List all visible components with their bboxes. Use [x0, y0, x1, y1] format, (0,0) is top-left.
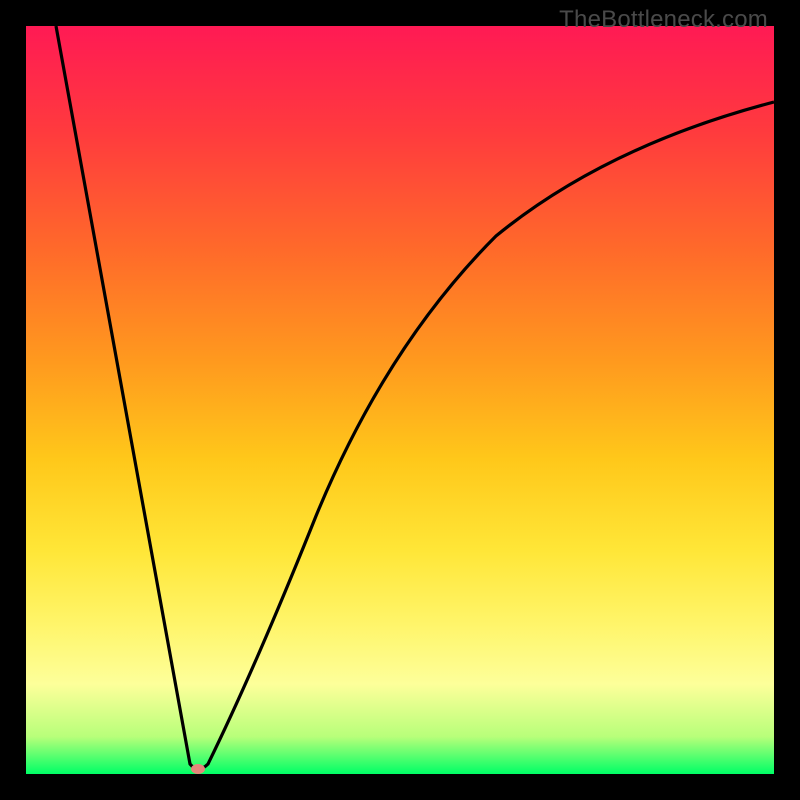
curve-svg [26, 26, 774, 774]
watermark-text: TheBottleneck.com [559, 6, 768, 34]
chart-frame: TheBottleneck.com [0, 0, 800, 800]
minimum-dot [191, 764, 205, 774]
plot-area [26, 26, 774, 774]
bottleneck-curve [56, 26, 774, 769]
